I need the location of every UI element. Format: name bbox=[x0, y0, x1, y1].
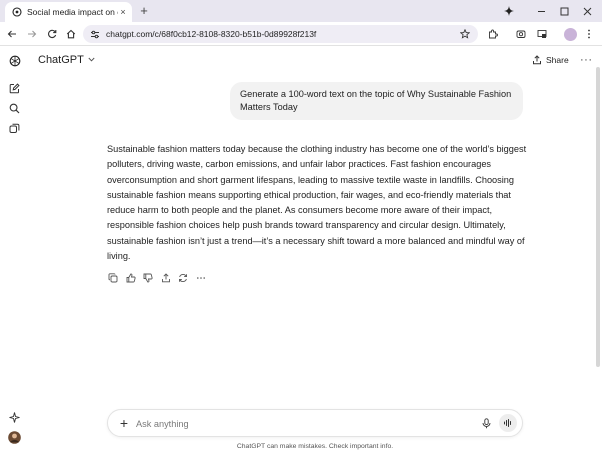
extensions-icon[interactable] bbox=[486, 27, 500, 41]
browser-window: Social media impact on colle × + bbox=[0, 0, 602, 456]
sparkle-icon[interactable] bbox=[8, 411, 21, 424]
voice-waveform-icon bbox=[504, 419, 511, 427]
new-chat-icon[interactable] bbox=[8, 82, 21, 95]
model-selector[interactable]: ChatGPT bbox=[38, 54, 95, 66]
share-icon[interactable] bbox=[160, 272, 172, 284]
openai-favicon-icon bbox=[12, 7, 22, 17]
share-upload-icon bbox=[533, 55, 541, 65]
chatgpt-app: ChatGPT Share ··· Generate a 100-word te… bbox=[0, 47, 602, 456]
search-icon[interactable] bbox=[8, 102, 21, 115]
chevron-down-icon bbox=[88, 57, 95, 64]
home-icon[interactable] bbox=[64, 27, 78, 41]
share-label: Share bbox=[546, 55, 569, 65]
copy-icon[interactable] bbox=[107, 272, 119, 284]
forward-arrow-icon[interactable] bbox=[25, 27, 39, 41]
close-window-button[interactable] bbox=[580, 4, 594, 18]
thumbs-down-icon[interactable] bbox=[142, 272, 154, 284]
microphone-icon[interactable] bbox=[480, 417, 492, 429]
assistant-message: Sustainable fashion matters today becaus… bbox=[107, 144, 527, 262]
url-text: chatgpt.com/c/68f0cb12-8108-8320-b51b-0d… bbox=[106, 29, 317, 39]
openai-logo-icon[interactable] bbox=[8, 54, 21, 67]
model-name: ChatGPT bbox=[38, 54, 84, 66]
scrollbar[interactable] bbox=[595, 47, 602, 456]
prompt-input[interactable] bbox=[136, 416, 466, 431]
attach-plus-button[interactable]: + bbox=[118, 416, 130, 430]
tab-close-icon[interactable]: × bbox=[118, 7, 128, 17]
tab-title: Social media impact on colle bbox=[27, 7, 118, 17]
profile-avatar[interactable] bbox=[564, 28, 577, 41]
gemini-sparkle-icon[interactable] bbox=[502, 4, 516, 18]
site-info-icon[interactable] bbox=[90, 30, 100, 39]
regenerate-icon[interactable] bbox=[177, 272, 189, 284]
bookmark-star-icon[interactable] bbox=[458, 27, 472, 41]
disclaimer-text: ChatGPT can make mistakes. Check importa… bbox=[236, 443, 394, 450]
more-icon[interactable] bbox=[195, 272, 207, 284]
browser-menu-icon[interactable] bbox=[582, 27, 596, 41]
thumbs-up-icon[interactable] bbox=[125, 272, 137, 284]
back-arrow-icon[interactable] bbox=[5, 27, 19, 41]
reload-icon[interactable] bbox=[45, 27, 59, 41]
share-button[interactable]: Share bbox=[532, 55, 569, 65]
address-bar[interactable]: chatgpt.com/c/68f0cb12-8108-8320-b51b-0d… bbox=[83, 25, 478, 43]
maximize-button[interactable] bbox=[557, 4, 571, 18]
minimize-button[interactable] bbox=[534, 4, 548, 18]
new-tab-button[interactable]: + bbox=[138, 4, 150, 17]
scrollbar-thumb[interactable] bbox=[596, 67, 600, 367]
more-options-icon[interactable]: ··· bbox=[580, 54, 593, 66]
library-icon[interactable] bbox=[8, 122, 21, 135]
composer: + bbox=[107, 409, 523, 437]
voice-mode-button[interactable] bbox=[499, 414, 517, 432]
browser-toolbar: chatgpt.com/c/68f0cb12-8108-8320-b51b-0d… bbox=[0, 22, 602, 46]
sidebar bbox=[0, 47, 30, 456]
tab-active[interactable]: Social media impact on colle × bbox=[5, 2, 132, 22]
user-message: Generate a 100-word text on the topic of… bbox=[230, 82, 523, 120]
message-actions bbox=[107, 272, 212, 284]
tab-strip: Social media impact on colle × + bbox=[0, 0, 602, 22]
user-avatar[interactable] bbox=[8, 431, 21, 444]
cast-icon[interactable] bbox=[535, 27, 549, 41]
chat-header: ChatGPT Share ··· bbox=[30, 47, 602, 75]
screenshot-icon[interactable] bbox=[514, 27, 528, 41]
